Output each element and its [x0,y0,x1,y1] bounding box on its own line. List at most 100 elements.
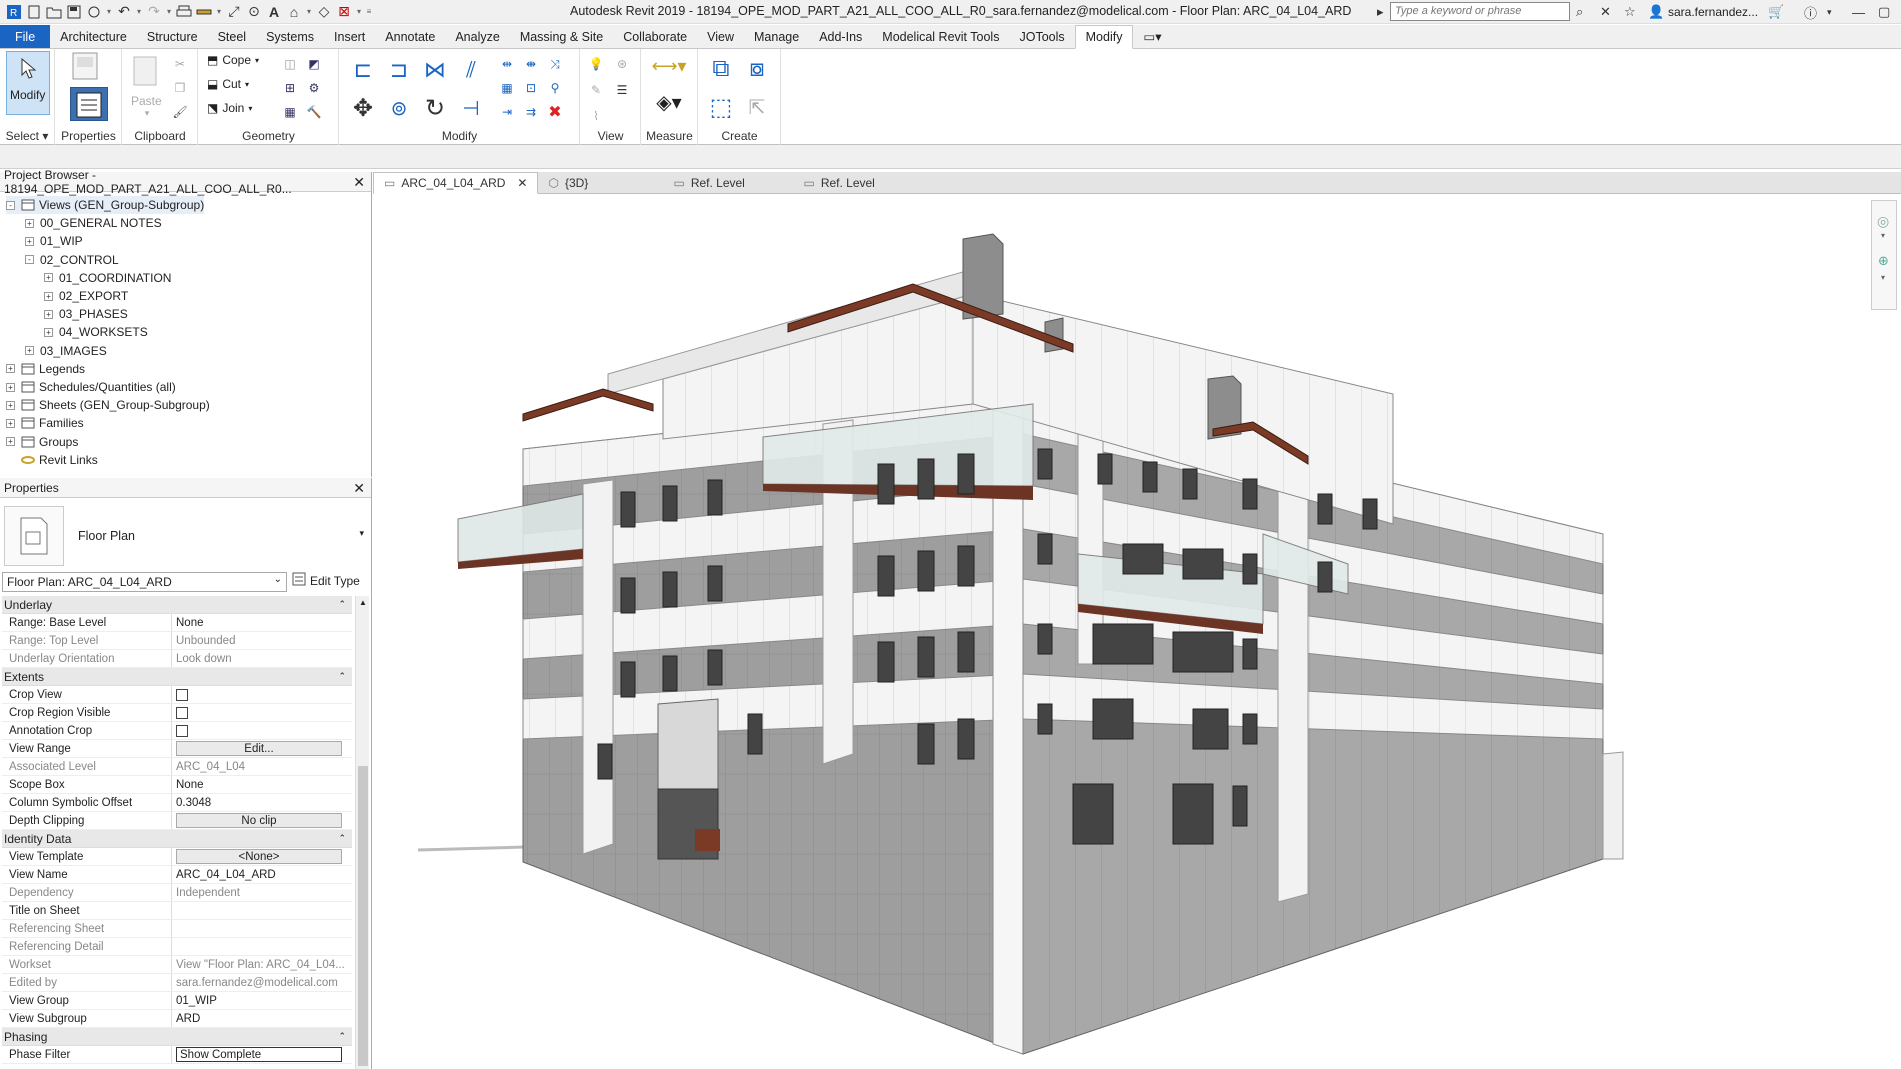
offset-icon[interactable]: ⊐ [384,55,414,85]
edit-type-button[interactable]: Edit Type [292,572,360,589]
split-face-icon[interactable]: ◩ [303,53,325,75]
checkbox[interactable] [176,688,188,701]
collapse-section-icon[interactable]: ⌃ [338,671,346,682]
tab-annotate[interactable]: Annotate [375,25,445,48]
revit-app-icon[interactable]: R [4,2,24,22]
expand-icon[interactable]: + [44,291,53,301]
trim-extend-icon[interactable]: ⊣ [456,93,486,123]
section-icon[interactable]: ◇ [314,2,334,22]
undo-dropdown-icon[interactable]: ▾ [134,2,144,22]
tab-jotools[interactable]: JOTools [1009,25,1074,48]
maximize-icon[interactable]: ▢ [1878,2,1890,22]
linework-icon[interactable]: ✎ [585,79,607,101]
mirror-draw-axis-icon[interactable]: ⫽ [456,55,486,85]
property-value[interactable]: ARC_04_L04_ARD [176,869,276,881]
close-icon[interactable]: ✕ [353,480,365,497]
property-value[interactable]: None [176,779,204,791]
tab-structure[interactable]: Structure [137,25,208,48]
tree-item[interactable]: + Families [6,414,84,432]
expand-icon[interactable]: + [44,309,53,319]
tab-massing-site[interactable]: Massing & Site [510,25,613,48]
expand-icon[interactable]: + [6,364,15,374]
open-folder-icon[interactable] [44,2,64,22]
collapse-icon[interactable]: - [6,200,15,210]
tree-item[interactable]: +04_WORKSETS [44,323,148,341]
property-section-header[interactable]: Identity Data ⌃ [2,830,352,848]
move-icon[interactable]: ✥ [348,93,378,123]
collapse-icon[interactable]: - [25,255,34,265]
favorites-star-icon[interactable]: ☆ [1624,2,1636,22]
3d-view-dropdown-icon[interactable]: ▾ [304,2,314,22]
create-similar-icon[interactable]: ⇱ [741,91,773,123]
join-button[interactable]: ⬔ Join ▾ [207,101,252,115]
tab-systems[interactable]: Systems [256,25,324,48]
undo-icon[interactable]: ↶ [114,2,134,22]
aligned-dimension-icon[interactable]: ⤢ [224,2,244,22]
paste-button[interactable]: Paste ▾ [131,53,163,123]
drawing-canvas[interactable]: ◎ ▾ ⊕ ▾ [373,194,1901,1069]
collapse-section-icon[interactable]: ⌃ [338,599,346,610]
rotate-icon[interactable]: ↻ [420,93,450,123]
trim-single-icon[interactable]: ⇉ [520,101,542,123]
expand-icon[interactable]: + [6,418,15,428]
switch-windows-dropdown-icon[interactable]: ▾ [354,2,364,22]
measure-between-icon[interactable]: ⟷▾ [646,55,692,77]
expand-icon[interactable]: + [25,218,34,228]
scroll-up-icon[interactable]: ▲ [359,598,367,607]
steering-wheel-icon[interactable]: ◎ [1877,213,1889,230]
tab-architecture[interactable]: Architecture [50,25,137,48]
checkbox[interactable] [176,706,188,719]
sync-icon[interactable] [84,2,104,22]
tree-item[interactable]: + Legends [6,360,85,378]
zoom-region-icon[interactable]: ⊕ [1878,253,1889,269]
property-value[interactable]: 0.3048 [176,797,211,809]
tab-file[interactable]: File [0,25,51,48]
property-button[interactable]: Edit... [176,741,342,756]
minimize-icon[interactable]: — [1852,2,1865,22]
mirror-pick-axis-icon[interactable]: ⋈ [420,55,450,85]
tab-add-ins[interactable]: Add-Ins [809,25,872,48]
tree-item[interactable]: +01_COORDINATION [44,269,171,287]
tab-modify[interactable]: Modify [1074,25,1134,49]
properties-scrollbar[interactable]: ▲ [355,596,369,1069]
tree-item[interactable]: -02_CONTROL [25,251,119,269]
search-expand-icon[interactable]: ▸ [1377,2,1384,22]
property-value[interactable]: ARD [176,1013,200,1025]
delete-icon[interactable]: ✖ [544,101,566,123]
cut-to-clipboard-icon[interactable]: ✂ [169,53,191,75]
property-section-header[interactable]: Extents ⌃ [2,668,352,686]
close-icon[interactable]: ✕ [353,174,365,191]
properties-toggle-button[interactable] [70,87,108,121]
view-tab[interactable]: ⬡ {3D} [538,172,663,194]
redo-dropdown-icon[interactable]: ▾ [164,2,174,22]
print-icon[interactable] [174,2,194,22]
property-field[interactable]: Show Complete [176,1047,342,1062]
tree-item[interactable]: +03_PHASES [44,305,128,323]
text-icon[interactable]: A [264,2,284,22]
property-section-header[interactable]: Underlay ⌃ [2,596,352,614]
unpin-icon[interactable]: ⤨ [544,53,566,75]
tab-modelical-revit-tools[interactable]: Modelical Revit Tools [872,25,1009,48]
split-element-icon[interactable]: ⇹ [496,53,518,75]
dimension-icon[interactable]: ◈▾ [646,91,692,114]
scale-icon[interactable]: ⊡ [520,77,542,99]
tree-item[interactable]: +00_GENERAL NOTES [25,214,162,232]
view-tab[interactable]: ▭ Ref. Level [793,172,923,194]
align-icon[interactable]: ⊏ [348,55,378,85]
wall-joins-icon[interactable]: ◫ [279,53,301,75]
instance-filter-select[interactable]: Floor Plan: ARC_04_L04_ARD ⌄ [2,572,287,592]
measure-icon[interactable] [194,2,214,22]
select-panel-label[interactable]: Select ▾ [0,129,54,143]
split-gap-icon[interactable]: ⇼ [520,53,542,75]
subscription-icon[interactable]: ✕ [1600,2,1611,22]
expand-icon[interactable]: + [6,437,15,447]
collapse-section-icon[interactable]: ⌃ [338,833,346,844]
type-dropdown-icon[interactable]: ▾ [359,528,364,539]
tree-item[interactable]: +01_WIP [25,232,83,250]
customize-qat-icon[interactable]: ≡ [364,2,374,22]
close-icon[interactable]: ✕ [517,176,527,190]
type-selector[interactable]: Floor Plan ▾ [4,504,368,568]
tab-steel[interactable]: Steel [208,25,257,48]
tab-insert[interactable]: Insert [324,25,375,48]
scroll-thumb[interactable] [358,766,368,1066]
